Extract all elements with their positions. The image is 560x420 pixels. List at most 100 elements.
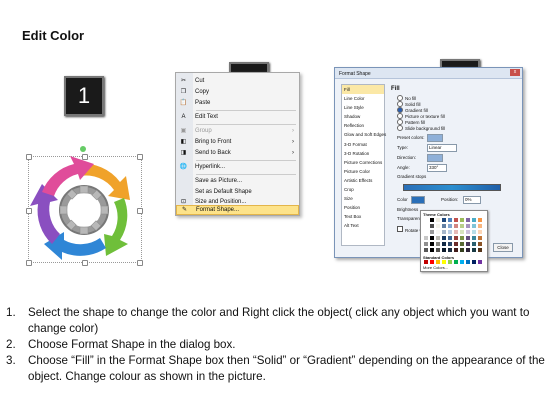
menu-item-bring-to-front[interactable]: ◧ Bring to Front ›	[176, 137, 299, 147]
color-swatch[interactable]	[442, 224, 446, 228]
color-picker-button[interactable]	[411, 196, 425, 204]
color-swatch[interactable]	[430, 242, 434, 246]
color-swatch[interactable]	[424, 248, 428, 252]
color-swatch[interactable]	[478, 242, 482, 246]
gradient-stops-bar[interactable]	[403, 184, 501, 191]
color-swatch[interactable]	[442, 242, 446, 246]
color-swatch[interactable]	[466, 236, 470, 240]
standard-color-swatch[interactable]	[436, 260, 440, 264]
standard-color-swatch[interactable]	[442, 260, 446, 264]
more-colors-link[interactable]: More Colors...	[423, 265, 448, 270]
angle-input[interactable]: 330°	[427, 164, 447, 172]
menu-item-send-to-back[interactable]: ◨ Send to Back ›	[176, 148, 299, 158]
color-swatch[interactable]	[478, 248, 482, 252]
nav-item-picture-color[interactable]: Picture Color	[342, 167, 384, 176]
color-swatch[interactable]	[424, 224, 428, 228]
standard-color-swatch[interactable]	[472, 260, 476, 264]
nav-item-line-style[interactable]: Line Style	[342, 103, 384, 112]
color-swatch[interactable]	[424, 236, 428, 240]
color-swatch[interactable]	[454, 242, 458, 246]
color-swatch[interactable]	[466, 248, 470, 252]
nav-item-fill[interactable]: Fill	[342, 85, 384, 95]
type-dropdown[interactable]: Linear	[427, 144, 457, 152]
preset-colors-dropdown[interactable]	[427, 134, 443, 142]
nav-item-size[interactable]: Size	[342, 194, 384, 203]
menu-item-copy[interactable]: ❐ Copy	[176, 87, 299, 97]
color-swatch[interactable]	[436, 224, 440, 228]
color-swatch[interactable]	[430, 230, 434, 234]
color-swatch[interactable]	[448, 224, 452, 228]
color-swatch[interactable]	[448, 236, 452, 240]
menu-item-set-default-shape[interactable]: Set as Default Shape	[176, 187, 299, 197]
color-swatch[interactable]	[448, 218, 452, 222]
color-swatch[interactable]	[454, 236, 458, 240]
nav-item-alt-text[interactable]: Alt Text	[342, 221, 384, 230]
color-swatch[interactable]	[436, 248, 440, 252]
menu-item-hyperlink[interactable]: 🌐 Hyperlink...	[176, 162, 299, 172]
color-swatch[interactable]	[454, 224, 458, 228]
close-button[interactable]: Close	[493, 243, 513, 252]
standard-color-swatch[interactable]	[454, 260, 458, 264]
nav-item-reflection[interactable]: Reflection	[342, 121, 384, 130]
color-swatch[interactable]	[424, 242, 428, 246]
color-swatch[interactable]	[472, 242, 476, 246]
nav-item-text-box[interactable]: Text Box	[342, 212, 384, 221]
color-swatch[interactable]	[448, 230, 452, 234]
color-swatch[interactable]	[460, 236, 464, 240]
color-swatch[interactable]	[460, 224, 464, 228]
color-swatch[interactable]	[454, 218, 458, 222]
color-swatch[interactable]	[442, 248, 446, 252]
color-swatch[interactable]	[472, 218, 476, 222]
color-swatch[interactable]	[472, 230, 476, 234]
color-swatch[interactable]	[442, 236, 446, 240]
color-swatch[interactable]	[466, 242, 470, 246]
position-input[interactable]: 0%	[463, 196, 481, 204]
color-swatch[interactable]	[472, 248, 476, 252]
color-swatch[interactable]	[454, 230, 458, 234]
color-swatch[interactable]	[448, 248, 452, 252]
color-swatch[interactable]	[424, 218, 428, 222]
color-swatch[interactable]	[424, 230, 428, 234]
color-swatch[interactable]	[454, 248, 458, 252]
color-swatch[interactable]	[430, 248, 434, 252]
color-swatch[interactable]	[478, 236, 482, 240]
color-swatch[interactable]	[460, 248, 464, 252]
color-swatch[interactable]	[448, 242, 452, 246]
standard-color-swatch[interactable]	[478, 260, 482, 264]
nav-item-crop[interactable]: Crop	[342, 185, 384, 194]
color-swatch[interactable]	[430, 218, 434, 222]
menu-item-paste[interactable]: 📋 Paste	[176, 98, 299, 108]
nav-item-3d-rotation[interactable]: 3-D Rotation	[342, 149, 384, 158]
cycle-diagram[interactable]	[18, 146, 143, 266]
color-swatch[interactable]	[430, 224, 434, 228]
nav-item-artistic-effects[interactable]: Artistic Effects	[342, 176, 384, 185]
color-swatch[interactable]	[436, 218, 440, 222]
standard-color-swatch[interactable]	[466, 260, 470, 264]
color-swatch[interactable]	[466, 230, 470, 234]
menu-item-cut[interactable]: ✂ Cut	[176, 76, 299, 86]
color-swatch[interactable]	[436, 236, 440, 240]
close-icon[interactable]: x	[510, 69, 520, 76]
standard-color-swatch[interactable]	[430, 260, 434, 264]
menu-item-group[interactable]: ▣ Group ›	[176, 126, 299, 136]
nav-item-shadow[interactable]: Shadow	[342, 112, 384, 121]
menu-item-edit-text[interactable]: A Edit Text	[176, 112, 299, 122]
color-swatch[interactable]	[460, 218, 464, 222]
menu-item-format-shape[interactable]: ✎ Format Shape...	[176, 205, 299, 215]
color-swatch[interactable]	[478, 230, 482, 234]
color-swatch[interactable]	[472, 224, 476, 228]
color-swatch[interactable]	[460, 230, 464, 234]
menu-item-save-as-picture[interactable]: Save as Picture...	[176, 176, 299, 186]
color-swatch[interactable]	[430, 236, 434, 240]
direction-dropdown[interactable]	[427, 154, 443, 162]
color-swatch[interactable]	[472, 236, 476, 240]
color-swatch[interactable]	[442, 230, 446, 234]
radio-slide-background-fill[interactable]: Slide background fill	[397, 125, 445, 131]
standard-color-swatch[interactable]	[424, 260, 428, 264]
nav-item-3d-format[interactable]: 3-D Format	[342, 140, 384, 149]
nav-item-picture-corrections[interactable]: Picture Corrections	[342, 158, 384, 167]
nav-item-position[interactable]: Position	[342, 203, 384, 212]
standard-color-swatch[interactable]	[460, 260, 464, 264]
color-swatch[interactable]	[478, 218, 482, 222]
nav-item-line-color[interactable]: Line Color	[342, 94, 384, 103]
